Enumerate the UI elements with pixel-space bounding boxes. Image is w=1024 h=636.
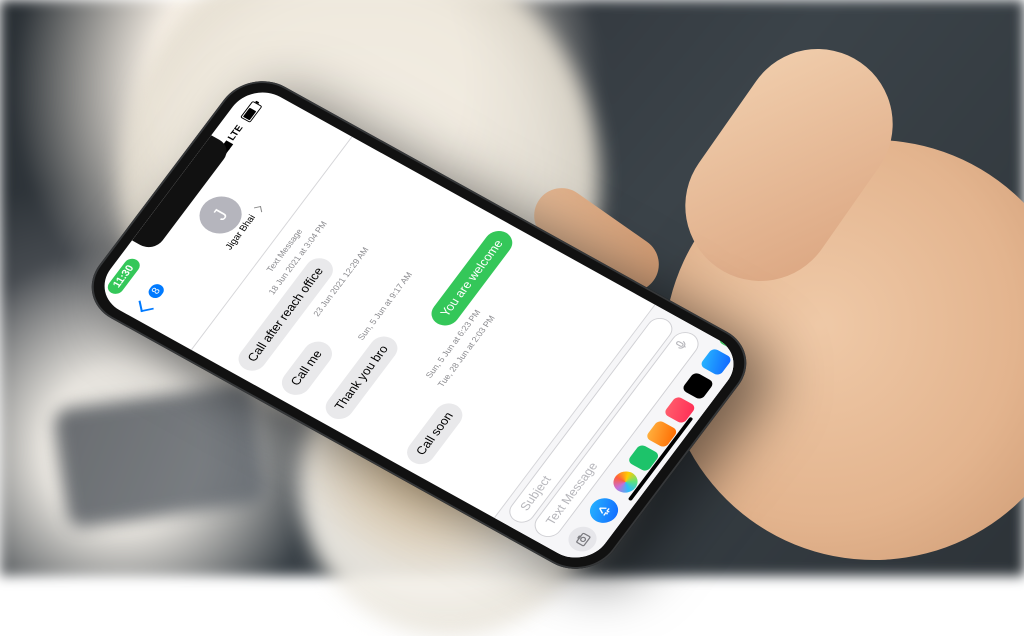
chevron-right-icon bbox=[254, 206, 262, 213]
message-incoming[interactable]: Call soon bbox=[402, 399, 469, 469]
chevron-left-icon bbox=[138, 298, 153, 312]
camera-button[interactable] bbox=[563, 522, 602, 556]
carrier-label: LTE bbox=[226, 124, 245, 143]
battery-icon bbox=[238, 101, 263, 126]
app-store-button[interactable] bbox=[584, 494, 623, 528]
app-pay[interactable] bbox=[681, 371, 715, 400]
back-unread-badge: 8 bbox=[146, 282, 167, 301]
app-store[interactable] bbox=[699, 347, 733, 376]
